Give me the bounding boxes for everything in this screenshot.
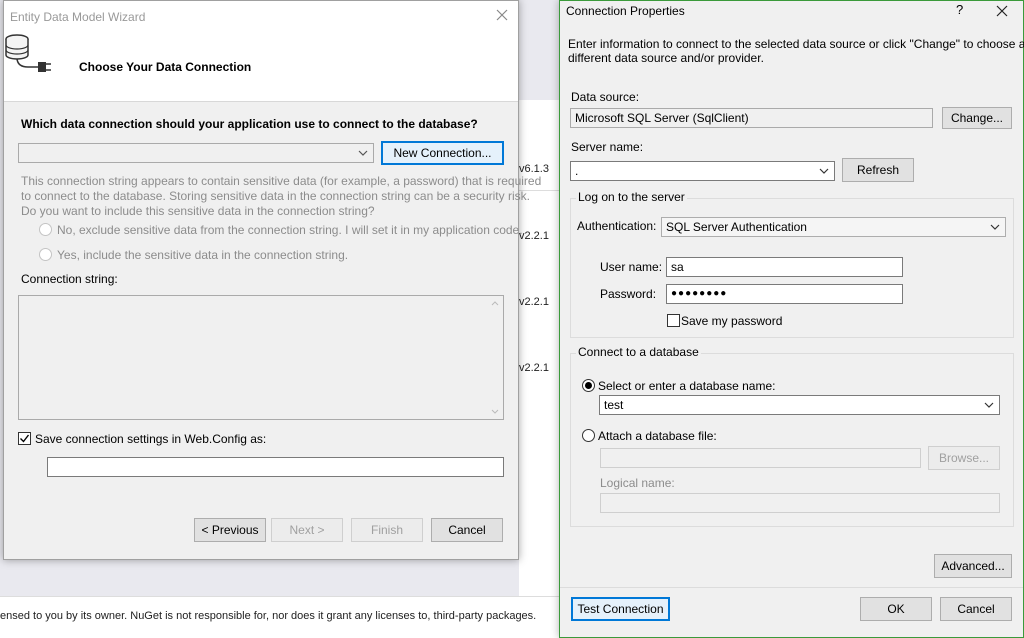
authentication-select[interactable]: SQL Server Authentication [661, 217, 1006, 237]
test-connection-button[interactable]: Test Connection [571, 597, 670, 621]
user-name-input[interactable]: sa [666, 257, 903, 277]
attach-database-label: Attach a database file: [598, 429, 717, 443]
save-password-checkbox[interactable] [667, 314, 680, 327]
next-button[interactable]: Next > [271, 518, 343, 542]
data-connection-select[interactable] [18, 143, 374, 163]
select-database-radio[interactable] [582, 379, 595, 392]
connection-question: Which data connection should your applic… [21, 117, 478, 131]
server-name-label: Server name: [571, 140, 644, 154]
package-version: v2.2.1 [519, 296, 549, 308]
connection-properties-dialog: Connection Properties ? Enter informatio… [559, 0, 1024, 638]
advanced-button[interactable]: Advanced... [934, 554, 1012, 578]
sensitive-data-text: This connection string appears to contai… [21, 174, 542, 188]
cancel-button[interactable]: Cancel [431, 518, 503, 542]
previous-button[interactable]: < Previous [194, 518, 266, 542]
cancel-button[interactable]: Cancel [940, 597, 1012, 621]
logical-name-input[interactable] [600, 493, 1000, 513]
user-name-label: User name: [600, 260, 663, 274]
attach-database-radio[interactable] [582, 429, 595, 442]
logon-group-title: Log on to the server [576, 190, 687, 204]
entity-data-model-wizard: Entity Data Model Wizard Choose Your Dat… [3, 0, 541, 560]
license-text: ensed to you by its owner. NuGet is not … [0, 610, 537, 622]
chevron-down-icon [983, 399, 995, 411]
close-icon[interactable] [994, 3, 1010, 19]
sensitive-data-text: Do you want to include this sensitive da… [21, 204, 375, 218]
logical-name-label: Logical name: [600, 476, 675, 490]
new-connection-button[interactable]: New Connection... [381, 141, 504, 165]
divider [560, 587, 1023, 588]
wizard-title: Entity Data Model Wizard [10, 10, 146, 24]
data-source-field: Microsoft SQL Server (SqlClient) [570, 108, 933, 128]
browse-button[interactable]: Browse... [928, 446, 1000, 470]
scrollbar[interactable] [488, 297, 502, 418]
checkmark-icon [20, 434, 30, 443]
database-name-combo[interactable]: test [599, 395, 1000, 415]
close-icon[interactable] [494, 7, 510, 23]
wizard-heading: Choose Your Data Connection [79, 60, 252, 74]
intro-text: different data source and/or provider. [568, 51, 764, 65]
package-version: v2.2.1 [519, 230, 549, 242]
select-database-label: Select or enter a database name: [598, 379, 776, 393]
chevron-down-icon [357, 147, 369, 159]
include-sensitive-label: Yes, include the sensitive data in the c… [57, 248, 349, 262]
database-file-input[interactable] [600, 448, 921, 468]
connection-string-textarea[interactable] [18, 295, 504, 420]
ok-button[interactable]: OK [860, 597, 932, 621]
save-password-label: Save my password [681, 314, 783, 328]
data-source-label: Data source: [571, 90, 640, 104]
save-settings-label: Save connection settings in Web.Config a… [35, 432, 267, 446]
exclude-sensitive-label: No, exclude sensitive data from the conn… [57, 223, 523, 237]
authentication-label: Authentication: [577, 219, 657, 233]
change-button[interactable]: Change... [942, 107, 1012, 129]
dialog-title: Connection Properties [566, 4, 685, 18]
connection-string-label: Connection string: [21, 272, 118, 286]
server-name-combo[interactable]: . [570, 161, 835, 181]
save-settings-checkbox[interactable] [18, 432, 31, 445]
refresh-button[interactable]: Refresh [842, 158, 914, 182]
exclude-sensitive-radio[interactable] [39, 223, 52, 236]
include-sensitive-radio[interactable] [39, 248, 52, 261]
package-version: v2.2.1 [519, 362, 549, 374]
help-icon[interactable]: ? [956, 2, 963, 17]
database-group-title: Connect to a database [576, 345, 701, 359]
chevron-down-icon [989, 221, 1001, 233]
database-connection-icon [4, 31, 54, 75]
finish-button[interactable]: Finish [351, 518, 423, 542]
sensitive-data-text: to connect to the database. Storing sens… [21, 189, 530, 203]
chevron-down-icon [491, 409, 499, 414]
chevron-up-icon [491, 301, 499, 306]
config-name-input[interactable] [47, 457, 504, 477]
intro-text: Enter information to connect to the sele… [568, 37, 1024, 51]
wizard-header: Entity Data Model Wizard Choose Your Dat… [4, 1, 518, 102]
password-label: Password: [600, 287, 657, 301]
password-input[interactable]: ●●●●●●●● [666, 284, 903, 304]
chevron-down-icon [818, 165, 830, 177]
